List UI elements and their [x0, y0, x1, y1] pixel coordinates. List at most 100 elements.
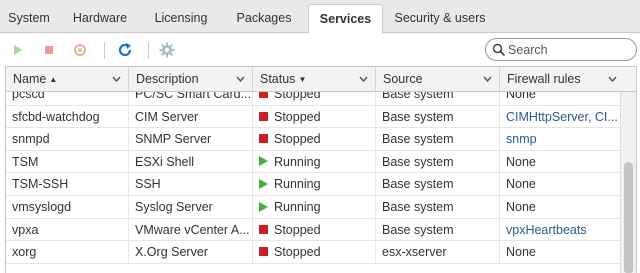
- service-status: Stopped: [253, 128, 376, 151]
- table-row[interactable]: vpxa VMware vCenter A... Stopped Base sy…: [6, 218, 622, 242]
- service-firewall-rules: None: [506, 199, 536, 214]
- service-description: Syslog Server: [129, 195, 253, 218]
- service-description: X.Org Server: [129, 241, 253, 264]
- column-label: Description: [136, 72, 199, 86]
- sort-descending-icon: ▼: [298, 75, 307, 84]
- service-name: TSM: [6, 150, 129, 173]
- service-name: vpxa: [6, 218, 129, 241]
- status-text: Stopped: [274, 245, 321, 260]
- service-description: VMware vCenter A...: [129, 218, 253, 241]
- service-status: Running: [253, 195, 376, 218]
- status-text: Stopped: [274, 132, 321, 147]
- chevron-down-icon[interactable]: [112, 76, 121, 82]
- toolbar-separator: [104, 42, 105, 59]
- service-firewall-rules: None: [506, 245, 536, 260]
- tab-packages[interactable]: Packages: [225, 4, 303, 33]
- chevron-down-icon[interactable]: [236, 76, 245, 82]
- service-source: Base system: [376, 128, 500, 151]
- service-status: Stopped: [253, 218, 376, 241]
- settings-gear-icon[interactable]: [158, 41, 176, 59]
- toolbar-separator: [148, 42, 149, 59]
- column-header-firewall-rules[interactable]: Firewall rules: [500, 67, 636, 92]
- service-status: Stopped: [253, 105, 376, 128]
- status-text: Running: [274, 177, 321, 192]
- service-firewall-rules: None: [506, 177, 536, 192]
- stopped-square-icon: [259, 111, 268, 121]
- scrollbar-thumb[interactable]: [624, 162, 633, 273]
- tab-bar: System Hardware Licensing Packages Servi…: [0, 0, 640, 34]
- service-source: Base system: [376, 173, 500, 196]
- status-text: Running: [274, 154, 321, 169]
- table-rows: pcscd PC/SC Smart Card... Stopped Base s…: [6, 92, 622, 264]
- services-table: Name ▲ Description Status ▼ Source Firewal…: [5, 66, 637, 273]
- running-play-icon: [259, 179, 268, 190]
- table-row[interactable]: xorg X.Org Server Stopped esx-xserver No…: [6, 241, 622, 264]
- service-source: esx-xserver: [376, 241, 500, 264]
- table-row[interactable]: snmpd SNMP Server Stopped Base system sn…: [6, 128, 622, 151]
- service-description: PC/SC Smart Card...: [129, 92, 253, 105]
- column-label: Source: [383, 72, 423, 86]
- vertical-scrollbar[interactable]: [620, 92, 636, 273]
- toolbar: [0, 33, 640, 66]
- stop-icon[interactable]: [40, 41, 58, 59]
- stopped-square-icon: [259, 92, 268, 99]
- service-source: Base system: [376, 105, 500, 128]
- service-status: Running: [253, 173, 376, 196]
- stopped-square-icon: [259, 134, 268, 144]
- service-status: Stopped: [253, 241, 376, 264]
- tab-hardware[interactable]: Hardware: [62, 4, 138, 33]
- restart-icon[interactable]: [71, 41, 89, 59]
- service-source: Base system: [376, 195, 500, 218]
- column-label: Status: [260, 72, 296, 86]
- play-icon[interactable]: [9, 41, 27, 59]
- column-header-source[interactable]: Source: [376, 67, 500, 92]
- table-header: Name ▲ Description Status ▼ Source Firewal…: [6, 67, 636, 92]
- table-row[interactable]: TSM ESXi Shell Running Base system None: [6, 150, 622, 174]
- tab-services[interactable]: Services: [308, 4, 383, 34]
- stopped-square-icon: [259, 224, 268, 234]
- service-name: vmsyslogd: [6, 195, 129, 218]
- service-source: Base system: [376, 218, 500, 241]
- service-firewall-rules: None: [506, 92, 536, 101]
- column-label: Name: [13, 72, 47, 86]
- service-description: CIM Server: [129, 105, 253, 128]
- service-name: TSM-SSH: [6, 173, 129, 196]
- service-description: SSH: [129, 173, 253, 196]
- tab-licensing[interactable]: Licensing: [142, 4, 220, 33]
- column-header-description[interactable]: Description: [129, 67, 253, 92]
- stopped-square-icon: [259, 247, 268, 257]
- running-play-icon: [259, 201, 268, 212]
- service-name: pcscd: [6, 92, 129, 105]
- search-input[interactable]: [508, 41, 632, 59]
- service-description: SNMP Server: [129, 128, 253, 151]
- table-body: pcscd PC/SC Smart Card... Stopped Base s…: [6, 92, 622, 273]
- service-firewall-rules[interactable]: CIMHttpServer, CI...: [500, 106, 622, 128]
- table-row[interactable]: vmsyslogd Syslog Server Running Base sys…: [6, 195, 622, 219]
- refresh-icon[interactable]: [116, 41, 134, 59]
- status-text: Stopped: [274, 92, 321, 101]
- column-header-name[interactable]: Name ▲: [6, 67, 129, 92]
- running-play-icon: [259, 156, 268, 167]
- column-header-status[interactable]: Status ▼: [253, 67, 376, 92]
- service-firewall-rules[interactable]: snmp: [500, 128, 622, 150]
- search-box[interactable]: [485, 38, 637, 61]
- service-description: ESXi Shell: [129, 150, 253, 173]
- service-source: Base system: [376, 92, 500, 105]
- tab-system[interactable]: System: [0, 4, 58, 33]
- service-name: snmpd: [6, 128, 129, 151]
- chevron-down-icon[interactable]: [483, 76, 492, 82]
- chevron-down-icon[interactable]: [608, 76, 617, 82]
- column-label: Firewall rules: [507, 72, 581, 86]
- chevron-down-icon[interactable]: [359, 76, 368, 82]
- service-firewall-rules[interactable]: vpxHeartbeats: [500, 219, 622, 241]
- status-text: Running: [274, 199, 321, 214]
- search-icon: [492, 43, 506, 57]
- table-row[interactable]: sfcbd-watchdog CIM Server Stopped Base s…: [6, 105, 622, 129]
- service-name: xorg: [6, 241, 129, 264]
- table-row[interactable]: pcscd PC/SC Smart Card... Stopped Base s…: [6, 92, 622, 106]
- table-row[interactable]: TSM-SSH SSH Running Base system None: [6, 173, 622, 196]
- status-text: Stopped: [274, 222, 321, 237]
- service-status: Stopped: [253, 92, 376, 105]
- tab-security-users[interactable]: Security & users: [388, 4, 492, 33]
- service-status: Running: [253, 150, 376, 173]
